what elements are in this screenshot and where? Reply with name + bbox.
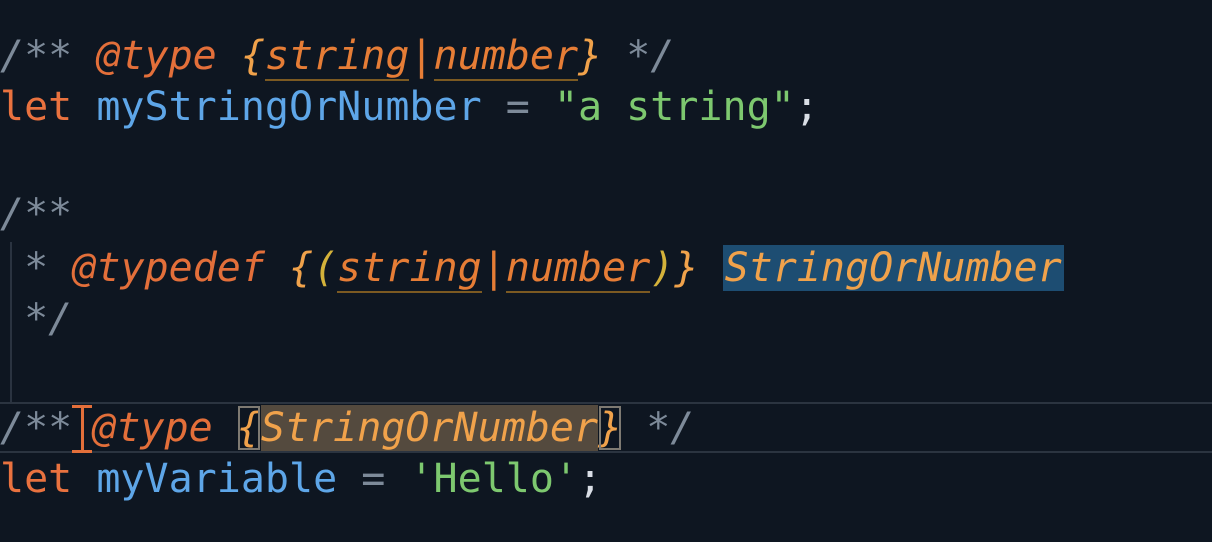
- comment-open: /**: [0, 405, 73, 451]
- text-cursor-icon: [72, 403, 93, 453]
- operator-assign: =: [505, 84, 530, 130]
- keyword-let: let: [0, 456, 73, 502]
- brace-close-matched: }: [598, 405, 623, 451]
- operator-assign: =: [361, 456, 386, 502]
- string-literal: "a string": [553, 84, 795, 130]
- semicolon: ;: [578, 456, 603, 502]
- code-line-1[interactable]: /** @type {string|number} */: [0, 29, 1212, 83]
- brace-close: }: [674, 245, 699, 291]
- typedef-name-highlight: StringOrNumber: [722, 245, 1064, 291]
- brace-open-matched: {: [236, 405, 261, 451]
- comment-close: */: [24, 296, 73, 342]
- type-pipe: |: [409, 33, 434, 79]
- comment-close: */: [646, 405, 695, 451]
- brace-close: }: [578, 33, 603, 79]
- paren-close: ): [650, 245, 675, 291]
- comment-open: /**: [0, 191, 73, 237]
- type-reference-highlight: StringOrNumber: [260, 405, 599, 451]
- variable-name: myStringOrNumber: [96, 84, 482, 130]
- paren-open: (: [313, 245, 338, 291]
- keyword-let: let: [0, 84, 73, 130]
- brace-open: {: [289, 245, 314, 291]
- type-pipe: |: [481, 245, 506, 291]
- string-literal: 'Hello': [409, 456, 579, 502]
- code-line-4[interactable]: * @typedef {(string|number)} StringOrNum…: [0, 241, 1212, 295]
- type-string: string: [264, 33, 410, 81]
- semicolon: ;: [794, 84, 819, 130]
- jsdoc-tag: @type: [92, 405, 213, 451]
- comment-open: /**: [0, 33, 73, 79]
- code-line-7[interactable]: let myVariable = 'Hello';: [0, 452, 1212, 506]
- brace-open: {: [240, 33, 265, 79]
- jsdoc-typedef-tag: @typedef: [72, 245, 265, 291]
- type-number: number: [505, 245, 651, 293]
- jsdoc-tag: @type: [96, 33, 217, 79]
- comment-close: */: [626, 33, 675, 79]
- code-editor[interactable]: /** @type {string|number} */ let myStrin…: [0, 0, 1212, 542]
- comment-star: *: [24, 245, 49, 291]
- code-line-5[interactable]: */: [0, 292, 1212, 346]
- code-line-6[interactable]: /** @type {StringOrNumber} */: [0, 401, 1212, 455]
- code-line-2[interactable]: let myStringOrNumber = "a string";: [0, 80, 1212, 134]
- type-number: number: [433, 33, 579, 81]
- type-string: string: [337, 245, 482, 293]
- code-line-3[interactable]: /**: [0, 187, 1212, 241]
- variable-name: myVariable: [96, 456, 338, 502]
